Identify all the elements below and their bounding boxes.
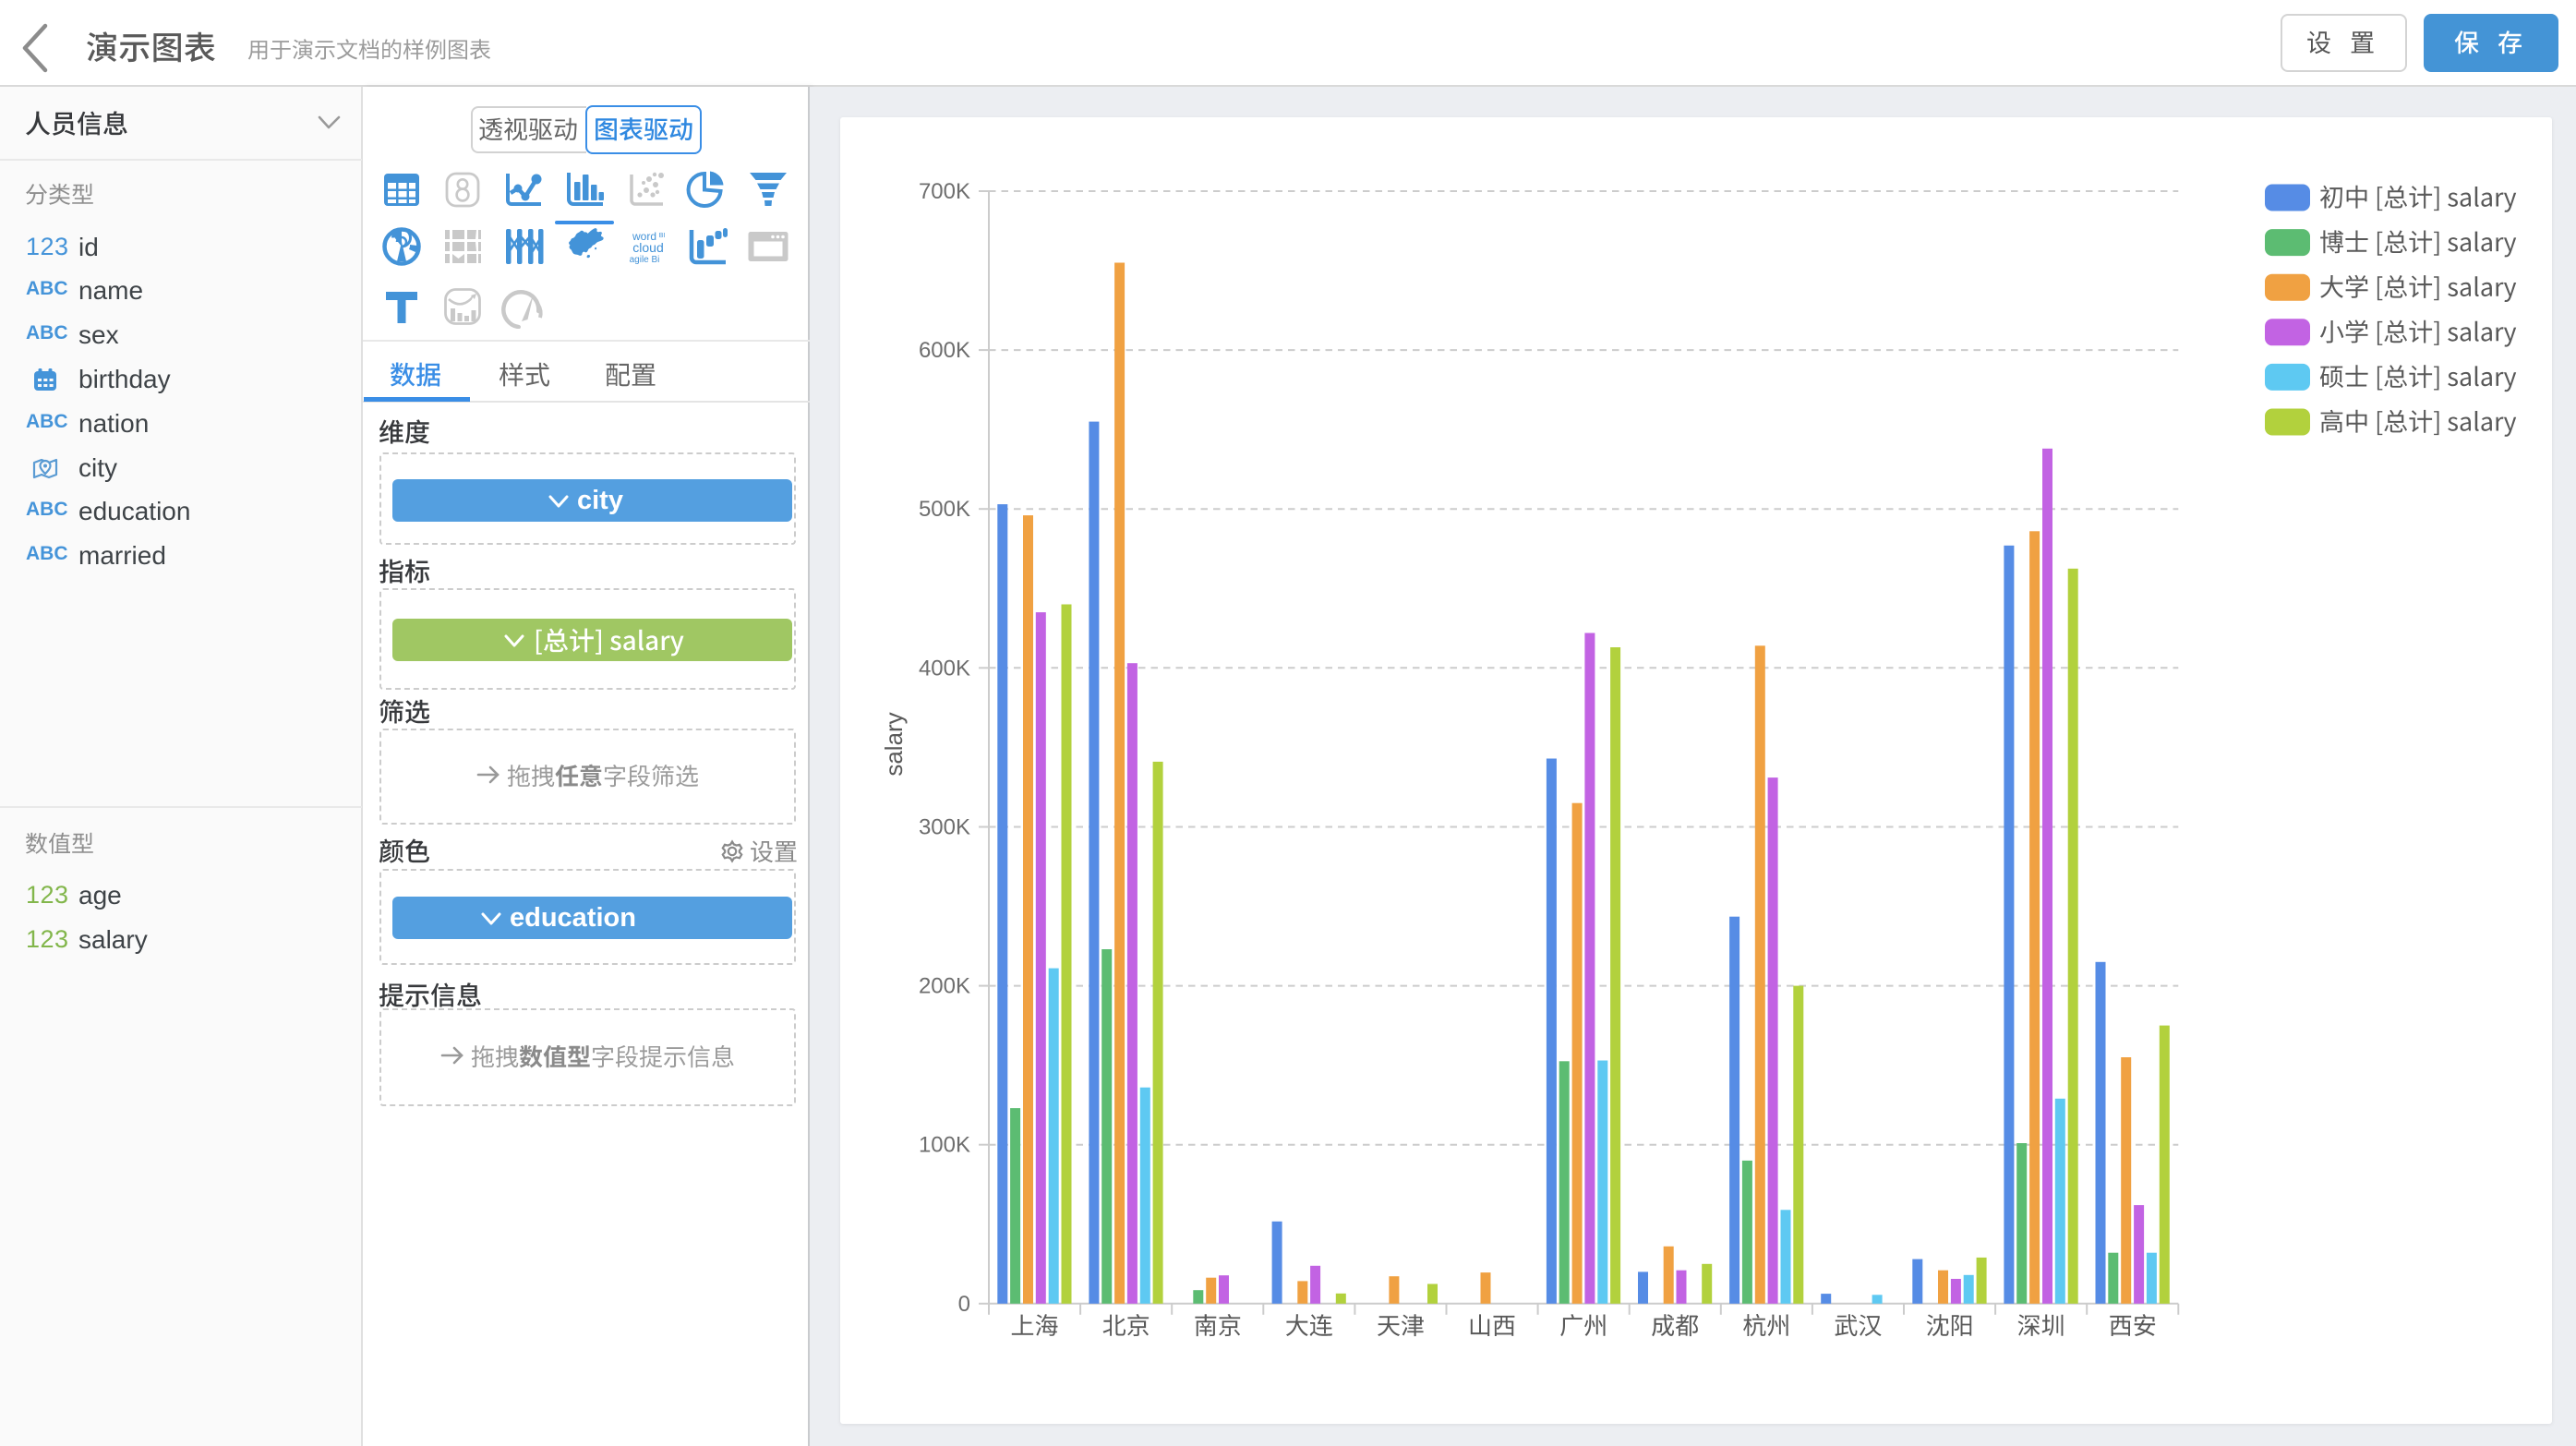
svg-text:500K: 500K <box>919 497 970 522</box>
svg-text:200K: 200K <box>919 974 970 999</box>
svg-text:400K: 400K <box>919 656 970 681</box>
svg-text:agile Bi: agile Bi <box>629 255 659 265</box>
svg-text:700K: 700K <box>919 179 970 204</box>
svg-text:cloud: cloud <box>632 240 663 255</box>
svg-text:600K: 600K <box>919 338 970 363</box>
svg-text:0: 0 <box>958 1292 970 1317</box>
svg-text:salary: salary <box>880 712 908 776</box>
svg-text:100K: 100K <box>919 1133 970 1158</box>
svg-text:BI: BI <box>658 233 665 239</box>
svg-text:300K: 300K <box>919 815 970 840</box>
